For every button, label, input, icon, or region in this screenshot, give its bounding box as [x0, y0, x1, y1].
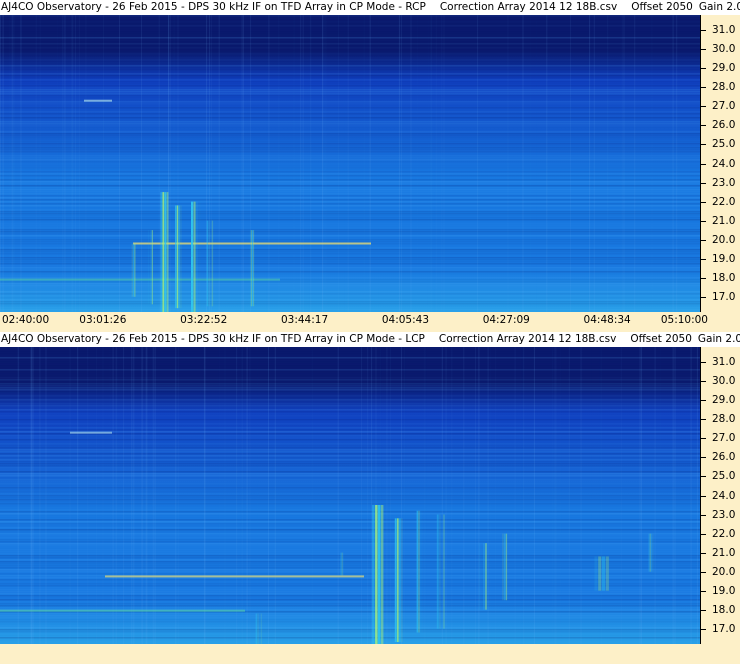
time-axis: 02:40:00 03:01:26 03:22:52 03:44:17 04:05:43… [0, 312, 740, 329]
xtick-label: 05:10:00 [660, 314, 708, 326]
rcp-ytick-label: 31.0 [712, 24, 736, 37]
rcp-ytick-label: 24.0 [712, 157, 736, 170]
rcp-ytick-label: 22.0 [712, 195, 736, 208]
xtick-label: 04:05:43 [381, 314, 430, 326]
lcp-ytick-mark [700, 362, 706, 364]
rcp-ytick-label: 28.0 [712, 81, 736, 94]
rcp-ytick-mark [700, 277, 706, 279]
rcp-ytick-mark [700, 68, 706, 70]
rcp-panel: AJ4CO Observatory - 26 Feb 2015 - DPS 30… [0, 0, 740, 332]
lcp-carrier-line-1 [70, 431, 112, 434]
lcp-ytick-label: 22.0 [712, 527, 736, 540]
lcp-banding [0, 349, 700, 643]
lcp-ytick-mark [700, 514, 706, 516]
lcp-ytick-label: 23.0 [712, 508, 736, 521]
lcp-correction-file: Correction Array 2014 12 18B.csv [438, 333, 617, 345]
rcp-gain: Gain 2.0 [698, 1, 740, 13]
lcp-offset: Offset 2050 [630, 333, 692, 345]
lcp-title-bar: AJ4CO Observatory - 26 Feb 2015 - DPS 30… [0, 332, 740, 347]
rcp-ytick-label: 25.0 [712, 138, 736, 151]
xtick-label: 03:44:17 [280, 314, 329, 326]
rcp-ytick-mark [700, 201, 706, 203]
rcp-ytick-label: 21.0 [712, 214, 736, 227]
rcp-ytick-mark [700, 106, 706, 108]
lcp-ytick-mark [700, 590, 706, 592]
rcp-ytick-mark [700, 239, 706, 241]
rcp-carrier-line-1 [84, 99, 112, 102]
rcp-ytick-mark [700, 296, 706, 298]
lcp-ytick-label: 26.0 [712, 451, 736, 464]
lcp-ytick-label: 24.0 [712, 489, 736, 502]
lcp-ytick-label: 31.0 [712, 356, 736, 369]
rcp-ytick-label: 23.0 [712, 176, 736, 189]
rcp-title-bar: AJ4CO Observatory - 26 Feb 2015 - DPS 30… [0, 0, 740, 15]
rcp-spectrogram [0, 15, 740, 312]
lcp-ytick-mark [700, 419, 706, 421]
lcp-ytick-label: 29.0 [712, 394, 736, 407]
lcp-ytick-label: 19.0 [712, 584, 736, 597]
rcp-ytick-label: 17.0 [712, 290, 736, 303]
rcp-offset: Offset 2050 [631, 1, 693, 13]
lcp-ytick-label: 17.0 [712, 622, 736, 635]
lcp-ytick-mark [700, 571, 706, 573]
lcp-panel: AJ4CO Observatory - 26 Feb 2015 - DPS 30… [0, 332, 740, 664]
rcp-ytick-mark [700, 182, 706, 184]
lcp-ytick-label: 20.0 [712, 565, 736, 578]
rcp-ytick-mark [700, 30, 706, 32]
rcp-ytick-label: 30.0 [712, 43, 736, 56]
lcp-ytick-mark [700, 495, 706, 497]
lcp-ytick-mark [700, 400, 706, 402]
rcp-burst-6 [249, 230, 255, 307]
rcp-ytick-mark [700, 144, 706, 146]
xtick-label: 04:27:09 [482, 314, 530, 326]
lcp-ytick-mark [700, 628, 706, 630]
lcp-ytick-label: 18.0 [712, 603, 736, 616]
rcp-ytick-label: 18.0 [712, 271, 736, 284]
lcp-ytick-mark [700, 381, 706, 383]
xtick-label: 03:22:52 [180, 314, 228, 326]
rcp-ytick-label: 19.0 [712, 252, 736, 265]
lcp-ytick-mark [700, 533, 706, 535]
xtick-label: 03:01:26 [79, 314, 127, 326]
rcp-title: AJ4CO Observatory - 26 Feb 2015 - DPS 30… [1, 1, 426, 13]
lcp-title: AJ4CO Observatory - 26 Feb 2015 - DPS 30… [1, 333, 425, 345]
lcp-ytick-mark [700, 476, 706, 478]
rcp-ytick-mark [700, 87, 706, 89]
rcp-ytick-label: 26.0 [712, 119, 736, 132]
lcp-ytick-mark [700, 438, 706, 440]
lcp-gain: Gain 2.0 [697, 333, 740, 345]
xtick-label: 02:40:00 [2, 314, 50, 326]
lcp-ytick-label: 28.0 [712, 413, 736, 426]
lcp-ytick-mark [700, 552, 706, 554]
xtick-label: 04:48:34 [583, 314, 631, 326]
rcp-ytick-mark [700, 49, 706, 51]
bottom-status-strip [0, 644, 740, 664]
rcp-ytick-label: 27.0 [712, 100, 736, 113]
rcp-ytick-label: 29.0 [712, 62, 736, 75]
rcp-carrier-line-2 [0, 278, 280, 281]
lcp-ytick-label: 21.0 [712, 546, 736, 559]
lcp-ytick-label: 30.0 [712, 375, 736, 388]
lcp-ytick-label: 27.0 [712, 432, 736, 445]
rcp-ytick-mark [700, 258, 706, 260]
rcp-ytick-label: 20.0 [712, 233, 736, 246]
lcp-carrier-line-0 [105, 575, 364, 578]
rcp-correction-file: Correction Array 2014 12 18B.csv [439, 1, 618, 13]
rcp-banding [0, 15, 700, 312]
rcp-ytick-mark [700, 163, 706, 165]
lcp-ytick-mark [700, 457, 706, 459]
rcp-ytick-mark [700, 125, 706, 127]
lcp-ytick-label: 25.0 [712, 470, 736, 483]
lcp-ytick-mark [700, 609, 706, 611]
rcp-ytick-mark [700, 220, 706, 222]
lcp-spectrogram [0, 347, 740, 644]
lcp-carrier-line-2 [0, 609, 245, 612]
